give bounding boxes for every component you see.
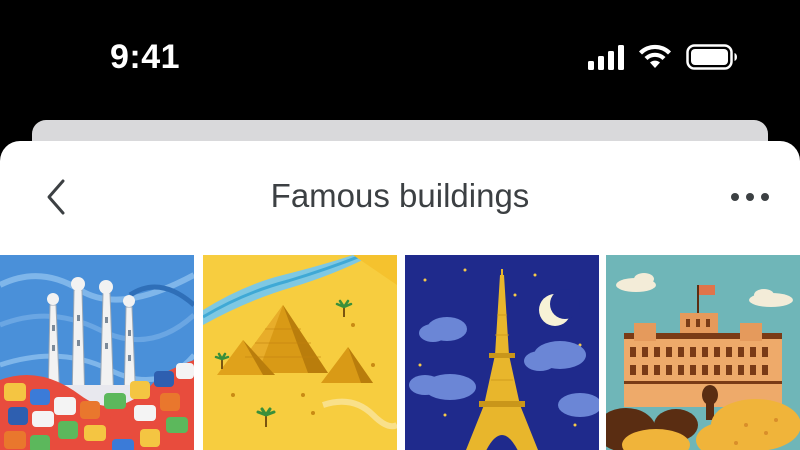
gallery-tile-eiffel-tower[interactable] <box>405 255 599 450</box>
more-options-button[interactable] <box>728 179 772 215</box>
more-horizontal-icon <box>731 193 769 201</box>
eiffel-tower-illustration <box>405 255 599 450</box>
image-gallery <box>0 255 800 450</box>
sagrada-familia-illustration <box>0 255 194 450</box>
cellular-signal-icon <box>588 44 624 70</box>
page-title: Famous buildings <box>270 177 530 214</box>
status-time: 9:41 <box>110 38 181 76</box>
gallery-tile-palace[interactable] <box>606 255 800 450</box>
status-icons <box>588 44 738 70</box>
battery-icon <box>686 44 738 70</box>
palace-illustration <box>606 255 800 450</box>
pyramids-illustration <box>203 255 397 450</box>
gallery-tile-pyramids[interactable] <box>203 255 397 450</box>
collection-sheet: Famous buildings <box>0 141 800 450</box>
gallery-tile-sagrada-familia[interactable] <box>0 255 194 450</box>
status-bar: 9:41 <box>0 0 800 118</box>
wifi-icon <box>638 44 672 70</box>
phone-screen: 9:41 Famous buildings <box>0 0 800 450</box>
collection-header: Famous buildings <box>0 141 800 253</box>
